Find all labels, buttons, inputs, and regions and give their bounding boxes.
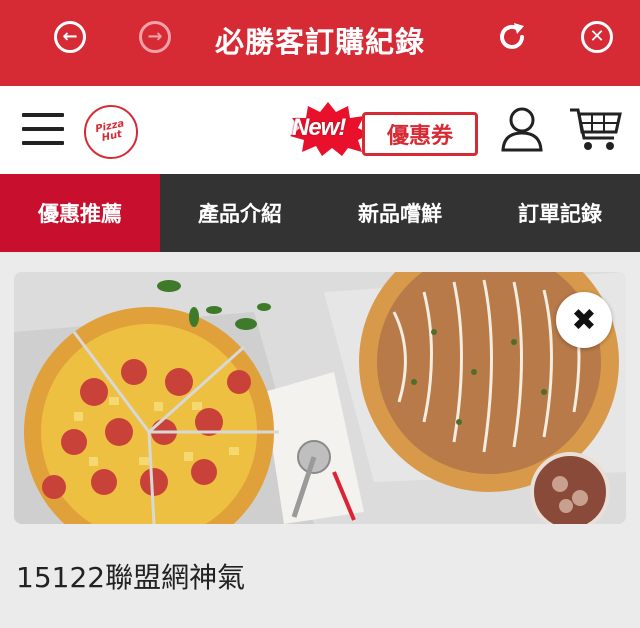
category-nav: 優惠推薦 產品介紹 新品嚐鮮 訂單記錄 bbox=[0, 174, 640, 252]
coupon-label: 優惠券 bbox=[362, 112, 478, 156]
promo-banner-image[interactable] bbox=[14, 272, 626, 524]
new-badge-text: New! bbox=[292, 114, 346, 141]
tab-new-items[interactable]: 新品嚐鮮 bbox=[320, 174, 480, 252]
coupon-promo-button[interactable]: New! 優惠券 bbox=[286, 100, 482, 160]
cart-icon bbox=[570, 108, 622, 150]
logo-text: Pizza Hut bbox=[94, 118, 126, 144]
arrow-right-icon: → bbox=[147, 26, 163, 47]
cart-button[interactable] bbox=[568, 106, 622, 152]
account-button[interactable] bbox=[500, 106, 544, 152]
menu-button[interactable] bbox=[22, 113, 64, 147]
hamburger-line bbox=[22, 113, 64, 117]
banner-caption: 15122聯盟網神氣 bbox=[16, 561, 246, 594]
refresh-icon bbox=[500, 23, 524, 49]
close-icon: ✖ bbox=[571, 302, 597, 338]
refresh-button[interactable] bbox=[495, 20, 529, 54]
close-icon: ✕ bbox=[589, 26, 605, 47]
banner-close-button[interactable]: ✖ bbox=[556, 292, 612, 348]
pizza-hut-logo[interactable]: Pizza Hut bbox=[84, 105, 138, 159]
arrow-left-icon: ← bbox=[62, 26, 78, 47]
tab-order-history[interactable]: 訂單記錄 bbox=[480, 174, 640, 252]
title-bar: ← → 必勝客訂購紀錄 ✕ bbox=[0, 0, 640, 86]
pizza-photo bbox=[14, 272, 626, 524]
hamburger-line bbox=[22, 141, 64, 145]
user-icon bbox=[501, 107, 543, 152]
page-title: 必勝客訂購紀錄 bbox=[214, 25, 425, 59]
tab-products[interactable]: 產品介紹 bbox=[160, 174, 320, 252]
back-button[interactable]: ← bbox=[54, 21, 86, 53]
close-window-button[interactable]: ✕ bbox=[581, 21, 613, 53]
tab-promotions[interactable]: 優惠推薦 bbox=[0, 174, 160, 252]
hamburger-line bbox=[22, 127, 64, 131]
forward-button[interactable]: → bbox=[139, 21, 171, 53]
